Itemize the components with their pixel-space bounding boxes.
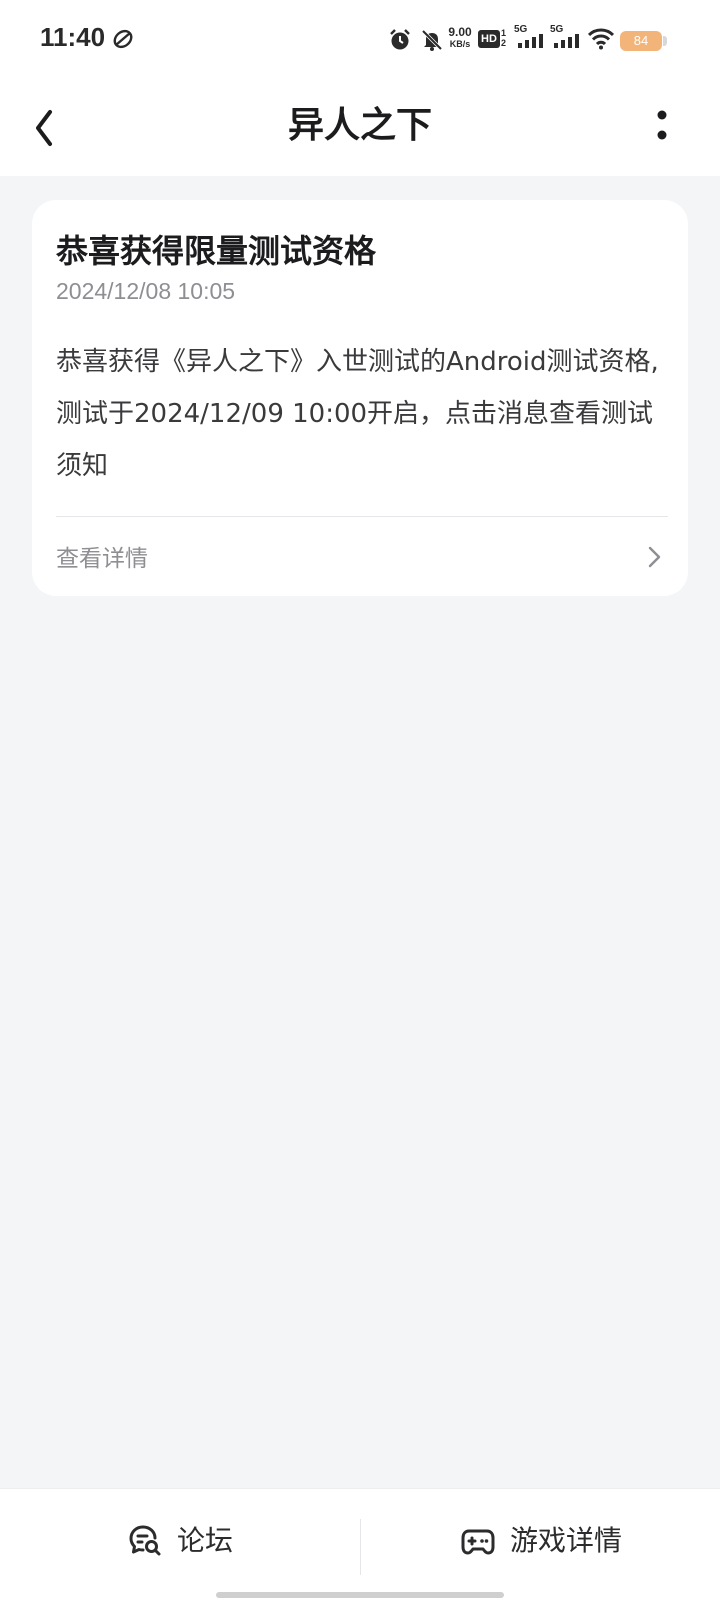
wifi-icon [588, 28, 614, 50]
message-timestamp: 2024/12/08 10:05 [56, 278, 236, 304]
alarm-icon [390, 29, 410, 50]
forum-label: 论坛 [176, 1524, 233, 1557]
more-options-button[interactable] [644, 98, 680, 158]
view-details-link[interactable]: 查看详情 [32, 517, 688, 596]
signal-sim2: 5G [550, 24, 580, 54]
status-icons: 9.00 KB/s HD 12 5G 5G 84 [384, 24, 696, 56]
battery-tip [663, 36, 667, 46]
forum-chat-icon [129, 1525, 161, 1556]
signal-sim1: 5G [514, 24, 544, 54]
hd-sim-numbers: 12 [501, 28, 507, 48]
status-time: 11:40 [40, 22, 106, 52]
gamepad-icon [461, 1529, 495, 1555]
message-title: 恭喜获得限量测试资格 [56, 232, 377, 270]
battery-indicator: 84 [620, 31, 662, 51]
signal-bars-icon [518, 34, 543, 48]
back-arrow-icon [36, 110, 52, 146]
home-indicator[interactable] [216, 1592, 504, 1598]
chevron-right-icon [648, 546, 661, 568]
view-details-label: 查看详情 [56, 546, 148, 572]
status-bar: 11:40 9.00 KB/s HD 12 5G 5G 84 [0, 0, 720, 80]
page-title: 异人之下 [287, 105, 432, 146]
signal-bars-icon [554, 34, 579, 48]
sync-icon [113, 29, 133, 49]
hd-label: HD [481, 33, 497, 45]
bottom-action-bar: 论坛 游戏详情 [0, 1488, 720, 1600]
message-card[interactable]: 恭喜获得限量测试资格 2024/12/08 10:05 恭喜获得《异人之下》入世… [32, 200, 688, 596]
hd-icon: HD [478, 30, 500, 48]
network-speed-unit: KB/s [449, 39, 471, 49]
more-vertical-icon [657, 110, 667, 140]
network-speed-value: 9.00 [448, 25, 472, 39]
game-details-button[interactable]: 游戏详情 [361, 1489, 720, 1585]
forum-button[interactable]: 论坛 [0, 1489, 360, 1585]
network-speed: 9.00 KB/s [442, 26, 478, 49]
back-button[interactable] [22, 98, 70, 158]
battery-level: 84 [633, 33, 649, 48]
bell-muted-icon [421, 29, 443, 51]
message-body: 恭喜获得《异人之下》入世测试的Android测试资格,测试于2024/12/09… [56, 347, 659, 481]
game-details-label: 游戏详情 [509, 1524, 622, 1557]
app-bar: 异人之下 [0, 80, 720, 176]
